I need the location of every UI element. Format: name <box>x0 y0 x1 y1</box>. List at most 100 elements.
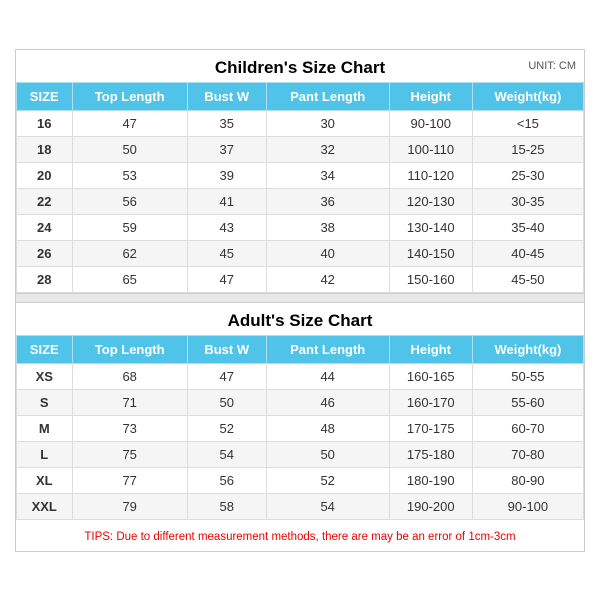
table-cell: 90-100 <box>389 110 472 136</box>
table-cell: 130-140 <box>389 214 472 240</box>
adults-col-bustw: Bust W <box>187 335 266 363</box>
table-cell: 50 <box>72 136 187 162</box>
table-cell: 30-35 <box>472 188 583 214</box>
table-cell: 16 <box>17 110 73 136</box>
table-cell: 28 <box>17 266 73 292</box>
table-cell: 30 <box>266 110 389 136</box>
table-cell: 50-55 <box>472 363 583 389</box>
divider <box>16 293 584 303</box>
table-cell: 48 <box>266 415 389 441</box>
table-cell: 47 <box>187 363 266 389</box>
table-cell: 59 <box>72 214 187 240</box>
table-cell: 35 <box>187 110 266 136</box>
children-col-toplength: Top Length <box>72 82 187 110</box>
table-cell: 32 <box>266 136 389 162</box>
children-thead: SIZE Top Length Bust W Pant Length Heigh… <box>17 82 584 110</box>
table-cell: 68 <box>72 363 187 389</box>
adults-col-size: SIZE <box>17 335 73 363</box>
tips-text: TIPS: Due to different measurement metho… <box>84 531 515 543</box>
adults-header-row: SIZE Top Length Bust W Pant Length Heigh… <box>17 335 584 363</box>
children-col-pantlength: Pant Length <box>266 82 389 110</box>
table-cell: 54 <box>266 493 389 519</box>
adults-col-pantlength: Pant Length <box>266 335 389 363</box>
table-cell: 120-130 <box>389 188 472 214</box>
table-cell: 62 <box>72 240 187 266</box>
table-cell: 41 <box>187 188 266 214</box>
table-cell: 40 <box>266 240 389 266</box>
table-cell: 56 <box>187 467 266 493</box>
table-cell: 170-175 <box>389 415 472 441</box>
table-cell: 39 <box>187 162 266 188</box>
table-cell: 175-180 <box>389 441 472 467</box>
table-cell: 75 <box>72 441 187 467</box>
table-cell: 160-165 <box>389 363 472 389</box>
tips-row: TIPS: Due to different measurement metho… <box>16 520 584 551</box>
table-cell: 77 <box>72 467 187 493</box>
table-cell: 20 <box>17 162 73 188</box>
table-row: 1647353090-100<15 <box>17 110 584 136</box>
table-row: 26624540140-15040-45 <box>17 240 584 266</box>
table-cell: 180-190 <box>389 467 472 493</box>
table-cell: 54 <box>187 441 266 467</box>
adults-tbody: XS684744160-16550-55S715046160-17055-60M… <box>17 363 584 519</box>
table-cell: 56 <box>72 188 187 214</box>
table-cell: 44 <box>266 363 389 389</box>
table-cell: M <box>17 415 73 441</box>
table-row: XXL795854190-20090-100 <box>17 493 584 519</box>
table-cell: XS <box>17 363 73 389</box>
table-cell: 73 <box>72 415 187 441</box>
adults-thead: SIZE Top Length Bust W Pant Length Heigh… <box>17 335 584 363</box>
table-cell: 70-80 <box>472 441 583 467</box>
table-cell: 15-25 <box>472 136 583 162</box>
table-cell: 71 <box>72 389 187 415</box>
table-row: XS684744160-16550-55 <box>17 363 584 389</box>
table-cell: 65 <box>72 266 187 292</box>
table-cell: 18 <box>17 136 73 162</box>
table-row: 28654742150-16045-50 <box>17 266 584 292</box>
adults-title-row: Adult's Size Chart <box>16 303 584 335</box>
table-cell: 35-40 <box>472 214 583 240</box>
adults-col-toplength: Top Length <box>72 335 187 363</box>
table-cell: 110-120 <box>389 162 472 188</box>
table-cell: 90-100 <box>472 493 583 519</box>
table-cell: 45-50 <box>472 266 583 292</box>
table-cell: 40-45 <box>472 240 583 266</box>
table-cell: 53 <box>72 162 187 188</box>
table-cell: XXL <box>17 493 73 519</box>
table-cell: 26 <box>17 240 73 266</box>
table-cell: S <box>17 389 73 415</box>
children-col-height: Height <box>389 82 472 110</box>
adults-title: Adult's Size Chart <box>228 311 373 330</box>
table-cell: 50 <box>266 441 389 467</box>
table-cell: 22 <box>17 188 73 214</box>
table-cell: XL <box>17 467 73 493</box>
table-cell: 46 <box>266 389 389 415</box>
children-tbody: 1647353090-100<1518503732100-11015-25205… <box>17 110 584 292</box>
table-cell: 47 <box>187 266 266 292</box>
children-col-weight: Weight(kg) <box>472 82 583 110</box>
table-cell: 55-60 <box>472 389 583 415</box>
table-cell: 38 <box>266 214 389 240</box>
table-cell: 80-90 <box>472 467 583 493</box>
table-cell: 100-110 <box>389 136 472 162</box>
table-row: S715046160-17055-60 <box>17 389 584 415</box>
table-cell: L <box>17 441 73 467</box>
table-row: 20533934110-12025-30 <box>17 162 584 188</box>
table-cell: 43 <box>187 214 266 240</box>
table-cell: 160-170 <box>389 389 472 415</box>
chart-container: Children's Size Chart UNIT: CM SIZE Top … <box>15 49 585 552</box>
table-cell: 79 <box>72 493 187 519</box>
table-cell: 45 <box>187 240 266 266</box>
unit-label: UNIT: CM <box>528 60 576 72</box>
children-title: Children's Size Chart <box>215 58 385 77</box>
table-cell: 24 <box>17 214 73 240</box>
table-row: 24594338130-14035-40 <box>17 214 584 240</box>
children-table: SIZE Top Length Bust W Pant Length Heigh… <box>16 82 584 293</box>
table-cell: 34 <box>266 162 389 188</box>
table-cell: 190-200 <box>389 493 472 519</box>
table-cell: 52 <box>266 467 389 493</box>
table-cell: 37 <box>187 136 266 162</box>
table-row: M735248170-17560-70 <box>17 415 584 441</box>
table-cell: 60-70 <box>472 415 583 441</box>
adults-table: SIZE Top Length Bust W Pant Length Heigh… <box>16 335 584 520</box>
